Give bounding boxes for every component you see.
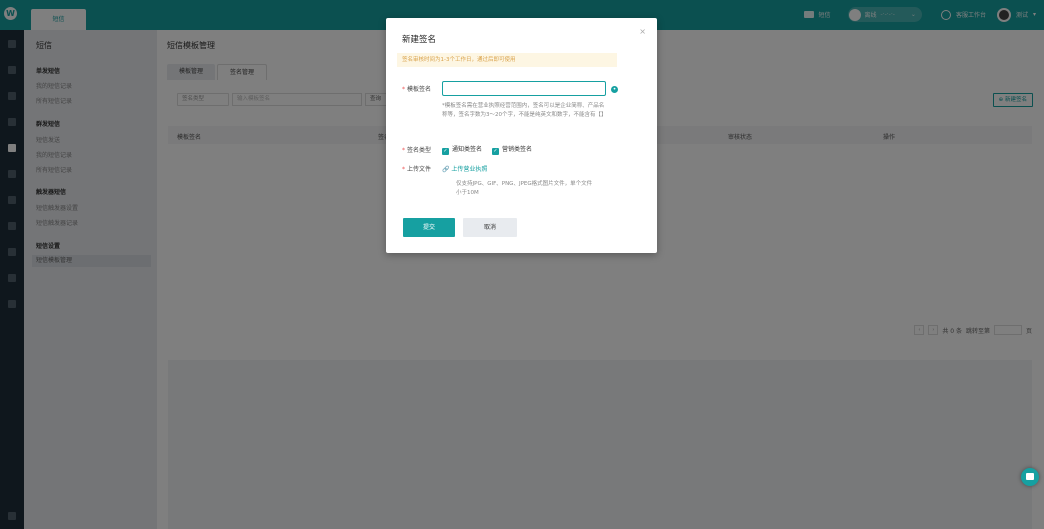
paperclip-icon: 🔗 [442,166,450,173]
close-icon[interactable]: × [639,27,646,36]
upload-license-link[interactable]: 🔗 上传营业执照 [442,164,487,173]
cancel-button[interactable]: 取消 [463,218,517,237]
file-label: * 上传文件 [402,166,432,173]
notification-label: 通知类签名 [452,146,483,153]
upload-link-text: 上传营业执照 [451,166,488,173]
signature-label-text: 模板签名 [407,86,432,93]
chat-button[interactable] [1021,468,1039,486]
submit-button[interactable]: 提交 [403,218,455,237]
new-signature-dialog: 新建签名 × 签名审核时间为1-3个工作日，通过后即可使用 * 模板签名 • *模… [386,18,657,253]
review-notice: 签名审核时间为1-3个工作日，通过后即可使用 [397,53,617,67]
checkbox-notification[interactable]: ✓ 通知类签名 [442,144,482,155]
info-icon[interactable]: • [611,86,618,93]
upload-hint: 仅支持JPG、GIF、PNG、JPEG格式图片文件，单个文件小于10M [456,181,593,196]
file-label-text: 上传文件 [407,166,432,173]
signature-hint: *模板签名需在营业执照经营范围内，签名可以是企业简称、产品名称等，签名字数为3～… [442,103,607,118]
marketing-label: 营销类签名 [502,146,533,153]
check-icon: ✓ [492,148,500,155]
signature-input[interactable] [442,81,606,96]
check-icon: ✓ [442,148,449,155]
checkbox-marketing[interactable]: ✓ 营销类签名 [492,144,532,155]
chat-icon [1026,473,1034,480]
dialog-title: 新建签名 [402,35,437,45]
type-label-text: 签名类型 [407,147,432,154]
type-label: * 签名类型 [402,147,432,154]
signature-type-options: ✓ 通知类签名 ✓ 营销类签名 [442,144,532,155]
signature-label: * 模板签名 [402,86,432,93]
